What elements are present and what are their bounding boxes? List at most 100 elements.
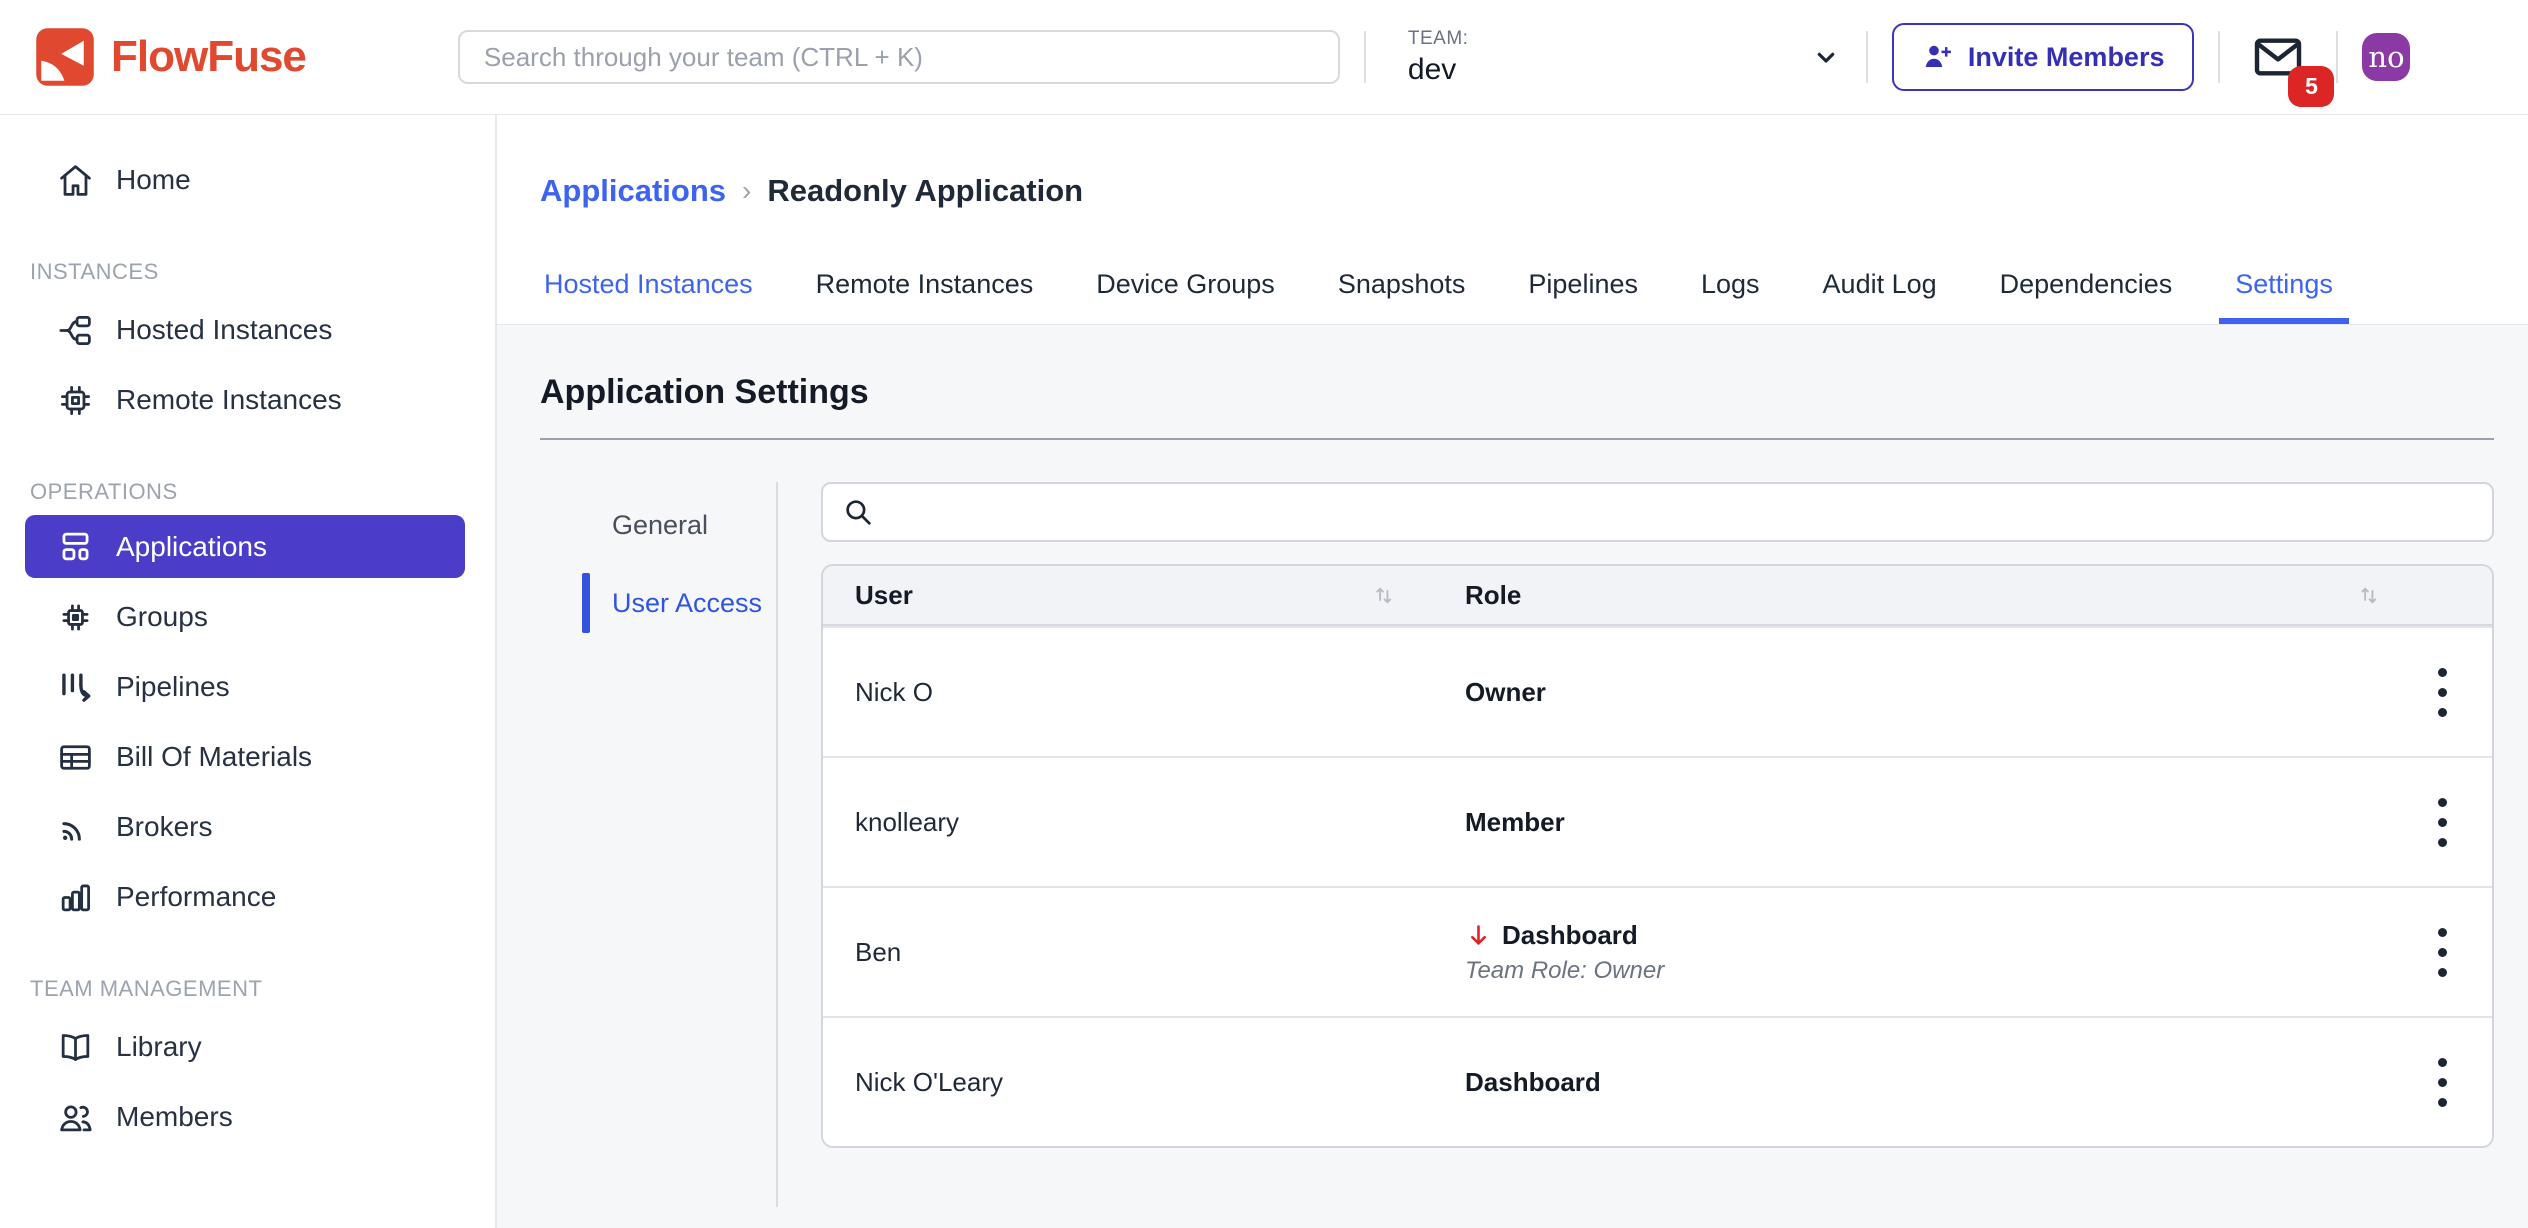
tab-pipelines[interactable]: Pipelines [1524, 261, 1642, 324]
flowfuse-logo[interactable]: FlowFuse [35, 27, 306, 87]
subnav-item-user-access[interactable]: User Access [540, 564, 776, 642]
bill-of-materials-icon [57, 739, 94, 776]
user-access-table: User Role [821, 564, 2494, 1148]
row-actions-kebab-icon[interactable] [2414, 787, 2470, 857]
user-search-input[interactable] [891, 484, 2474, 540]
sidebar-item-home[interactable]: Home [0, 145, 495, 215]
sidebar-item-pipelines[interactable]: Pipelines [0, 652, 495, 722]
sidebar-item-label: Hosted Instances [116, 314, 332, 346]
user-role: Owner [1441, 677, 2392, 708]
sidebar-item-applications[interactable]: Applications [25, 515, 465, 578]
sidebar-item-label: Brokers [116, 811, 212, 843]
notification-count-badge: 5 [2288, 66, 2334, 107]
breadcrumb-separator-icon: › [742, 175, 751, 207]
sidebar-item-label: Remote Instances [116, 384, 342, 416]
settings-area: Application Settings General User Access [497, 324, 2528, 1228]
header-divider [2336, 31, 2338, 83]
sidebar-item-label: Members [116, 1101, 233, 1133]
sidebar-item-label: Groups [116, 601, 208, 633]
sidebar-section-team-management: TEAM MANAGEMENT [30, 976, 495, 1002]
team-name: dev [1408, 53, 1469, 87]
top-bar: FlowFuse TEAM: dev Invite Members [0, 0, 2528, 115]
table-header-row: User Role [823, 566, 2492, 626]
sidebar-item-label: Performance [116, 881, 276, 913]
sidebar-section-instances: INSTANCES [30, 259, 495, 285]
tab-hosted-instances[interactable]: Hosted Instances [540, 261, 757, 324]
sidebar: Home INSTANCES Hosted Instances Remote I… [0, 115, 497, 1228]
application-tabs: Hosted Instances Remote Instances Device… [540, 261, 2528, 324]
team-label: TEAM: [1408, 28, 1469, 50]
sidebar-item-label: Pipelines [116, 671, 230, 703]
team-selector[interactable]: TEAM: dev [1390, 28, 1842, 87]
user-name: Nick O'Leary [823, 1067, 1441, 1098]
sidebar-item-label: Bill Of Materials [116, 741, 312, 773]
sidebar-item-remote-instances[interactable]: Remote Instances [0, 365, 495, 435]
sidebar-item-label: Applications [116, 531, 267, 563]
role-downgrade-arrow-icon [1465, 922, 1492, 949]
global-search-input[interactable] [458, 30, 1340, 84]
pipelines-icon [57, 669, 94, 706]
user-avatar[interactable]: no [2362, 33, 2410, 81]
tab-dependencies[interactable]: Dependencies [1996, 261, 2177, 324]
main-content: Applications › Readonly Application Host… [497, 115, 2528, 1228]
breadcrumb: Applications › Readonly Application [540, 173, 2528, 209]
sidebar-item-bill-of-materials[interactable]: Bill Of Materials [0, 722, 495, 792]
sidebar-item-members[interactable]: Members [0, 1082, 495, 1152]
applications-icon [57, 528, 94, 565]
user-search-box [821, 482, 2494, 542]
user-plus-icon [1922, 41, 1954, 73]
column-header-user: User [855, 580, 913, 611]
page-title: Application Settings [540, 373, 2494, 412]
tab-settings[interactable]: Settings [2231, 261, 2337, 324]
team-role-note: Team Role: Owner [1465, 957, 2392, 985]
sidebar-item-groups[interactable]: Groups [0, 582, 495, 652]
hosted-instances-icon [57, 312, 94, 349]
tab-logs[interactable]: Logs [1697, 261, 1764, 324]
sidebar-item-label: Library [116, 1031, 202, 1063]
header-divider [2218, 31, 2220, 83]
breadcrumb-applications-link[interactable]: Applications [540, 173, 726, 209]
table-row: Nick O'Leary Dashboard [823, 1016, 2492, 1146]
user-name: knolleary [823, 807, 1441, 838]
tab-remote-instances[interactable]: Remote Instances [812, 261, 1038, 324]
sidebar-item-performance[interactable]: Performance [0, 862, 495, 932]
tab-snapshots[interactable]: Snapshots [1334, 261, 1470, 324]
breadcrumb-current: Readonly Application [767, 173, 1083, 209]
settings-subnav: General User Access [540, 482, 778, 1207]
user-role: Dashboard [1441, 1067, 2392, 1098]
invite-members-button[interactable]: Invite Members [1892, 23, 2195, 91]
row-actions-kebab-icon[interactable] [2414, 657, 2470, 727]
flowfuse-logo-icon [35, 27, 95, 87]
chevron-down-icon [1810, 41, 1842, 73]
table-row: Nick O Owner [823, 626, 2492, 756]
notifications-button[interactable]: 5 [2250, 29, 2306, 85]
user-access-panel: User Role [778, 482, 2494, 1148]
members-icon [57, 1099, 94, 1136]
sidebar-item-library[interactable]: Library [0, 1012, 495, 1082]
flowfuse-logo-text: FlowFuse [111, 32, 306, 82]
sort-icon[interactable] [2355, 582, 2382, 609]
header-divider [1866, 31, 1868, 83]
home-icon [57, 162, 94, 199]
user-role: Member [1441, 807, 2392, 838]
row-actions-kebab-icon[interactable] [2414, 1047, 2470, 1117]
tab-audit-log[interactable]: Audit Log [1819, 261, 1941, 324]
table-row: Ben Dashboard Team Role: Owner [823, 886, 2492, 1016]
page-header-area: Applications › Readonly Application Host… [497, 115, 2528, 324]
table-row: knolleary Member [823, 756, 2492, 886]
row-actions-kebab-icon[interactable] [2414, 917, 2470, 987]
sort-icon[interactable] [1370, 582, 1397, 609]
search-icon [841, 495, 875, 529]
tab-device-groups[interactable]: Device Groups [1092, 261, 1279, 324]
sidebar-item-hosted-instances[interactable]: Hosted Instances [0, 295, 495, 365]
header-divider [1364, 31, 1366, 83]
sidebar-item-label: Home [116, 164, 191, 196]
remote-instances-icon [57, 382, 94, 419]
subnav-item-general[interactable]: General [540, 486, 776, 564]
brokers-icon [57, 809, 94, 846]
column-header-role: Role [1465, 580, 1521, 611]
sidebar-item-brokers[interactable]: Brokers [0, 792, 495, 862]
library-icon [57, 1029, 94, 1066]
title-divider [540, 438, 2494, 440]
performance-icon [57, 879, 94, 916]
